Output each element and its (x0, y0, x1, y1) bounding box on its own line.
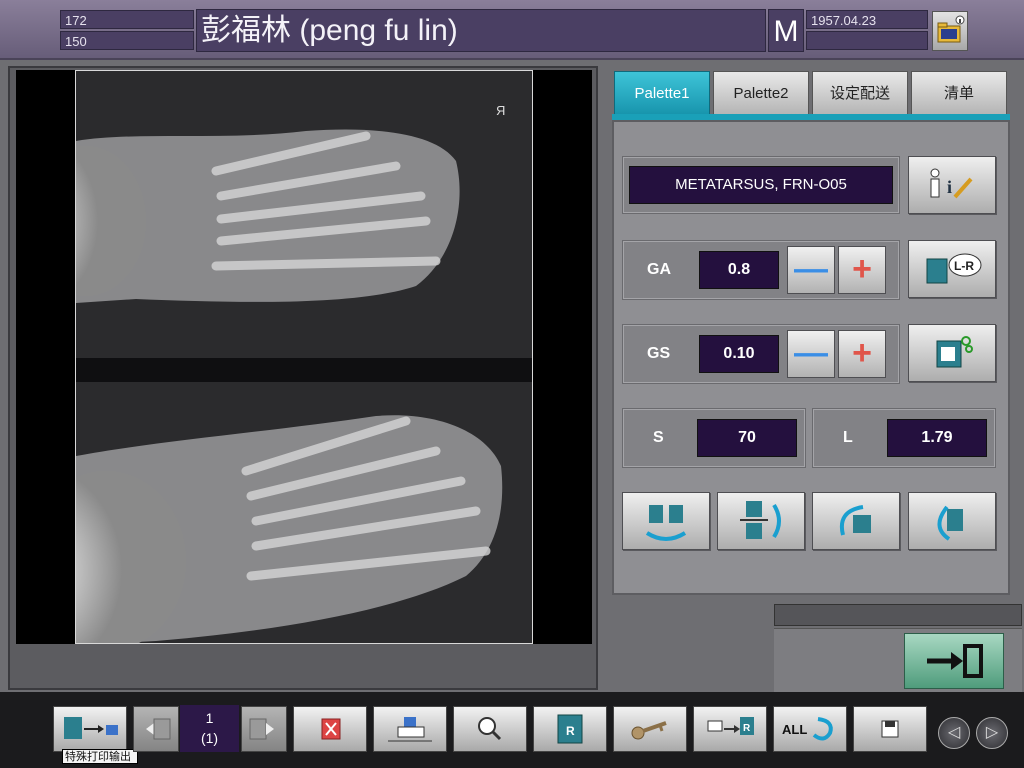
flip-horizontal-icon (645, 505, 687, 541)
next-page-button[interactable] (241, 706, 287, 752)
patient-name: 彭福林 (peng fu lin) (196, 9, 766, 52)
save-button[interactable] (853, 706, 927, 752)
lr-marker-button[interactable]: L-R (908, 240, 996, 298)
lr-marker-icon: L-R (926, 253, 982, 284)
gs-decrease-button[interactable]: — (787, 330, 835, 378)
svg-text:L-R: L-R (954, 259, 974, 273)
ga-group: GA 0.8 — + (622, 240, 900, 300)
s-value: 70 (697, 419, 797, 457)
chevron-right-icon (249, 718, 274, 740)
folder-info-icon (937, 15, 965, 43)
print-button[interactable] (373, 706, 447, 752)
exit-button[interactable] (904, 633, 1004, 689)
birth-date-field: 1957.04.23 (806, 10, 928, 29)
floppy-disk-icon (881, 720, 899, 738)
exit-arrow-icon (927, 644, 983, 678)
xray-film[interactable]: Я (75, 70, 533, 644)
tab-palette2[interactable]: Palette2 (713, 71, 809, 115)
patient-sex: M (768, 9, 804, 52)
control-panel: METATARSUS, FRN-O05 i GA 0.8 — + L-R GS … (612, 120, 1010, 595)
edit-note-icon (936, 336, 973, 368)
exam-name-group: METATARSUS, FRN-O05 (622, 156, 900, 214)
flip-vertical-button[interactable] (717, 492, 805, 550)
s-label: S (653, 429, 664, 446)
tab-delivery-settings[interactable]: 设定配送 (812, 71, 908, 115)
close-icon (321, 718, 341, 740)
special-print-button[interactable] (53, 706, 127, 752)
key-button[interactable] (613, 706, 687, 752)
delete-button[interactable] (293, 706, 367, 752)
status-bar (774, 604, 1022, 626)
exam-name-field[interactable]: METATARSUS, FRN-O05 (629, 166, 893, 204)
tooltip: 特殊打印输出 (62, 749, 138, 764)
ga-label: GA (647, 261, 671, 278)
l-value: 1.79 (887, 419, 987, 457)
s-group: S 70 (622, 408, 806, 468)
rotate-right-button[interactable] (908, 492, 996, 550)
annotation-button[interactable] (908, 324, 996, 382)
ga-increase-button[interactable]: + (838, 246, 886, 294)
send-r-icon: R (707, 717, 754, 735)
gs-increase-button[interactable]: + (838, 330, 886, 378)
page-indicator: 1 (1) (180, 705, 239, 752)
l-label: L (843, 429, 853, 446)
rotate-left-button[interactable] (812, 492, 900, 550)
height-field: 172 (60, 10, 194, 29)
reset-all-button[interactable]: ALL (773, 706, 847, 752)
svg-text:i: i (947, 177, 952, 197)
reference-button[interactable]: R (533, 706, 607, 752)
page-total: (1) (200, 730, 219, 746)
send-report-button[interactable]: R (693, 706, 767, 752)
tab-palette1[interactable]: Palette1 (614, 71, 710, 115)
gs-group: GS 0.10 — + (622, 324, 900, 384)
flip-vertical-icon (740, 501, 781, 539)
gs-value: 0.10 (699, 335, 779, 373)
layout-print-icon (64, 717, 118, 739)
ga-value: 0.8 (699, 251, 779, 289)
all-label: ALL (782, 722, 807, 737)
previous-image-button[interactable]: ◁ (938, 717, 970, 749)
weight-field: 150 (60, 31, 194, 50)
tab-list[interactable]: 清单 (911, 71, 1007, 115)
reset-all-icon: ALL (782, 717, 833, 741)
page-current: 1 (205, 710, 214, 726)
orientation-marker: Я (496, 103, 506, 118)
ga-decrease-button[interactable]: — (787, 246, 835, 294)
next-image-button[interactable]: ▷ (976, 717, 1008, 749)
extra-header-field (806, 31, 928, 50)
xray-viewer[interactable]: Я (16, 70, 592, 644)
key-icon (631, 721, 667, 740)
app-root: 172 150 彭福林 (peng fu lin) M 1957.04.23 Я… (0, 0, 1024, 768)
printer-icon (388, 717, 432, 742)
r-label: R (566, 724, 575, 738)
image-panel: Я (8, 66, 598, 690)
patient-edit-button[interactable]: i (908, 156, 996, 214)
chevron-left-icon (146, 718, 171, 740)
prev-page-button[interactable] (133, 706, 179, 752)
rotate-right-icon (937, 505, 963, 541)
rotate-left-icon (840, 505, 871, 536)
patient-header: 172 150 彭福林 (peng fu lin) M 1957.04.23 (0, 0, 1024, 60)
gs-label: GS (647, 345, 671, 362)
zoom-button[interactable] (453, 706, 527, 752)
r-label-2: R (743, 723, 751, 734)
l-group: L 1.79 (812, 408, 996, 468)
person-edit-icon: i (930, 168, 973, 199)
flip-horizontal-button[interactable] (622, 492, 710, 550)
document-r-icon: R (557, 714, 583, 744)
film-divider (76, 358, 532, 382)
search-icon (478, 717, 502, 741)
patient-info-button[interactable] (932, 11, 968, 51)
